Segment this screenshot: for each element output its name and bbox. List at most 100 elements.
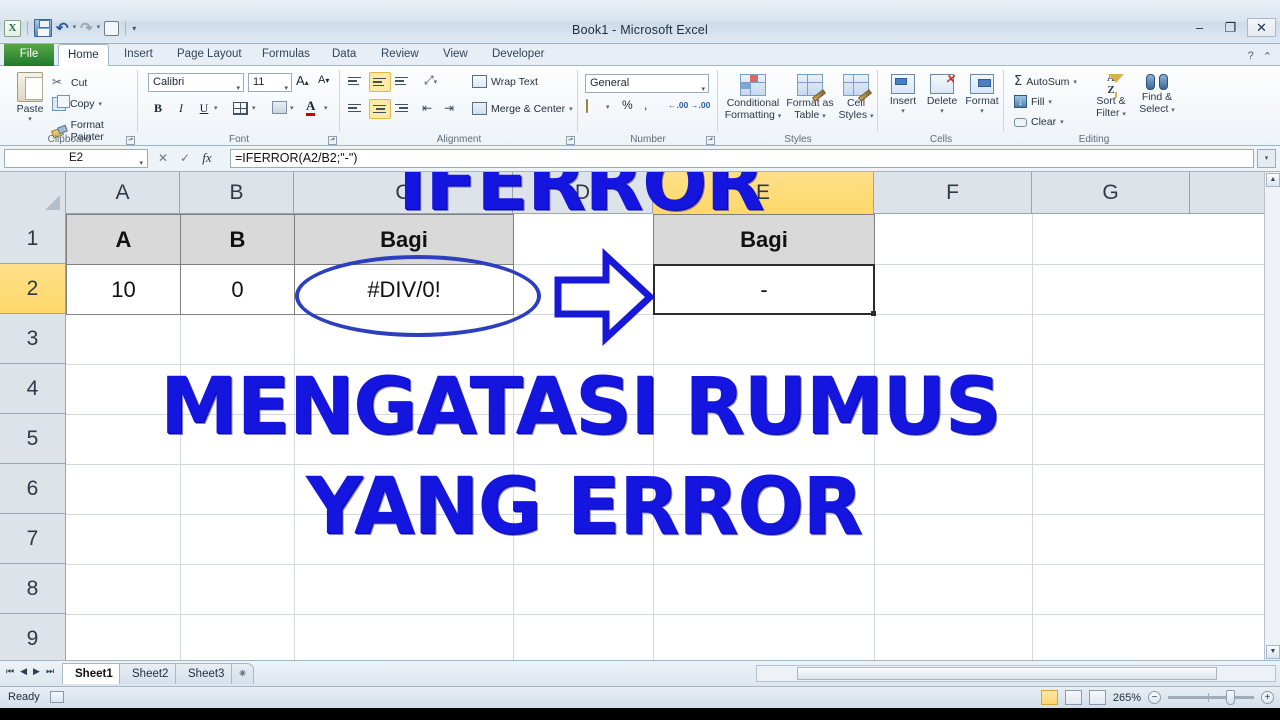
font-color-button[interactable]: A bbox=[306, 99, 316, 116]
normal-view-icon[interactable] bbox=[1040, 690, 1058, 705]
orientation-dropdown-icon[interactable]: ▾ bbox=[434, 79, 438, 86]
align-center-button[interactable] bbox=[369, 99, 391, 119]
align-bottom-button[interactable] bbox=[395, 75, 410, 87]
alignment-dialog-launcher[interactable]: ⬏ bbox=[566, 136, 575, 145]
row-header-6[interactable]: 6 bbox=[0, 464, 65, 514]
fill-color-dropdown-icon[interactable]: ▾ bbox=[290, 104, 294, 112]
page-break-view-icon[interactable] bbox=[1088, 690, 1106, 705]
close-button[interactable]: ✕ bbox=[1247, 18, 1276, 37]
delete-cells-button[interactable]: ✕ Delete ▾ bbox=[922, 72, 962, 115]
select-all-button[interactable] bbox=[0, 172, 66, 214]
scroll-down-icon[interactable]: ▼ bbox=[1266, 645, 1280, 659]
minimize-ribbon-icon[interactable]: ⌃ bbox=[1263, 50, 1272, 63]
align-left-button[interactable] bbox=[348, 102, 363, 114]
name-box[interactable]: E2 ▾ bbox=[4, 149, 148, 168]
merge-dropdown-icon[interactable]: ▾ bbox=[569, 105, 573, 113]
chevron-down-icon[interactable]: ▾ bbox=[284, 80, 288, 97]
sort-filter-dropdown-icon[interactable]: ▾ bbox=[1122, 111, 1126, 118]
chevron-down-icon[interactable]: ▾ bbox=[701, 81, 705, 98]
underline-dropdown-icon[interactable]: ▾ bbox=[214, 104, 218, 112]
borders-button[interactable] bbox=[233, 102, 248, 115]
sheet-tab-sheet3[interactable]: Sheet3 bbox=[175, 663, 238, 684]
scroll-up-icon[interactable]: ▲ bbox=[1266, 173, 1280, 187]
horizontal-scroll-thumb[interactable] bbox=[797, 667, 1217, 680]
tab-view[interactable]: View bbox=[434, 44, 477, 66]
fill-handle[interactable] bbox=[871, 311, 876, 316]
tab-page-layout[interactable]: Page Layout bbox=[168, 44, 251, 66]
percent-style-button[interactable]: % bbox=[622, 98, 633, 112]
wrap-text-button[interactable]: Wrap Text bbox=[472, 75, 538, 88]
autosum-dropdown-icon[interactable]: ▾ bbox=[1073, 78, 1077, 86]
row-header-9[interactable]: 9 bbox=[0, 614, 65, 660]
vertical-scrollbar[interactable]: ▲ ▼ bbox=[1264, 172, 1280, 660]
number-format-combo[interactable]: General ▾ bbox=[585, 74, 709, 93]
enter-formula-button[interactable]: ✓ bbox=[174, 149, 196, 168]
maximize-button[interactable]: ❐ bbox=[1216, 18, 1245, 37]
formula-input[interactable]: =IFERROR(A2/B2;"-") bbox=[230, 149, 1254, 168]
merge-center-button[interactable]: Merge & Center ▾ bbox=[472, 102, 573, 115]
cancel-formula-button[interactable]: ✕ bbox=[152, 149, 174, 168]
font-dialog-launcher[interactable]: ⬏ bbox=[328, 136, 337, 145]
fill-button[interactable]: ↓ Fill ▾ bbox=[1014, 95, 1052, 108]
cut-button[interactable]: ✂ Cut bbox=[52, 75, 87, 90]
underline-button[interactable]: U bbox=[193, 99, 215, 119]
increase-decimal-button[interactable]: ←.00 bbox=[668, 100, 688, 110]
zoom-in-button[interactable]: + bbox=[1261, 691, 1274, 704]
chevron-down-icon[interactable]: ▾ bbox=[236, 80, 240, 97]
fill-color-button[interactable] bbox=[272, 101, 287, 114]
fill-dropdown-icon[interactable]: ▾ bbox=[1048, 98, 1052, 106]
cell-b1[interactable]: B bbox=[180, 214, 295, 265]
italic-button[interactable]: I bbox=[170, 99, 192, 119]
sort-filter-button[interactable]: AZ Sort & Filter ▾ bbox=[1088, 72, 1134, 121]
cell-b2[interactable]: 0 bbox=[180, 264, 295, 315]
cell-a1[interactable]: A bbox=[66, 214, 181, 265]
copy-dropdown-icon[interactable]: ▾ bbox=[99, 100, 103, 108]
format-as-table-dropdown-icon[interactable]: ▾ bbox=[822, 113, 826, 120]
minimize-button[interactable]: – bbox=[1185, 18, 1214, 37]
last-sheet-icon[interactable]: ⏭ bbox=[46, 666, 54, 677]
prev-sheet-icon[interactable]: ◀ bbox=[20, 666, 27, 677]
format-cells-button[interactable]: Format ▾ bbox=[962, 74, 1002, 115]
clear-dropdown-icon[interactable]: ▾ bbox=[1060, 118, 1064, 126]
accounting-dropdown-icon[interactable]: ▾ bbox=[606, 103, 610, 111]
font-size-combo[interactable]: 11 ▾ bbox=[248, 73, 292, 92]
zoom-slider-thumb[interactable] bbox=[1226, 690, 1235, 705]
tab-home[interactable]: Home bbox=[58, 44, 109, 67]
decrease-decimal-button[interactable]: →.00 bbox=[690, 100, 710, 110]
paste-dropdown-icon[interactable]: ▾ bbox=[8, 115, 52, 123]
tab-data[interactable]: Data bbox=[323, 44, 365, 66]
font-color-dropdown-icon[interactable]: ▾ bbox=[324, 104, 328, 112]
clear-button[interactable]: Clear ▾ bbox=[1014, 116, 1064, 128]
insert-function-button[interactable]: fx bbox=[196, 149, 218, 168]
sheet-tab-sheet2[interactable]: Sheet2 bbox=[119, 663, 182, 684]
column-header-b[interactable]: B bbox=[180, 172, 294, 214]
orientation-button[interactable]: ⤢▾ bbox=[424, 73, 437, 88]
tab-file[interactable]: File bbox=[4, 44, 54, 66]
find-select-button[interactable]: Find & Select ▾ bbox=[1134, 72, 1180, 117]
tab-review[interactable]: Review bbox=[372, 44, 428, 66]
insert-worksheet-button[interactable]: ✷ bbox=[231, 663, 255, 684]
row-header-5[interactable]: 5 bbox=[0, 414, 65, 464]
cell-styles-dropdown-icon[interactable]: ▾ bbox=[870, 113, 874, 120]
zoom-slider[interactable] bbox=[1168, 690, 1254, 705]
zoom-out-button[interactable]: − bbox=[1148, 691, 1161, 704]
first-sheet-icon[interactable]: ⏮ bbox=[6, 666, 14, 677]
clipboard-dialog-launcher[interactable]: ⬏ bbox=[126, 136, 135, 145]
row-header-4[interactable]: 4 bbox=[0, 364, 65, 414]
row-header-1[interactable]: 1 bbox=[0, 214, 65, 264]
column-header-f[interactable]: F bbox=[874, 172, 1032, 214]
page-layout-view-icon[interactable] bbox=[1064, 690, 1082, 705]
column-header-g[interactable]: G bbox=[1032, 172, 1190, 214]
find-select-dropdown-icon[interactable]: ▾ bbox=[1171, 107, 1175, 114]
font-name-combo[interactable]: Calibri ▾ bbox=[148, 73, 244, 92]
chevron-down-icon[interactable]: ▾ bbox=[139, 155, 143, 172]
column-header-a[interactable]: A bbox=[66, 172, 180, 214]
cell-styles-button[interactable]: Cell Styles ▾ bbox=[836, 74, 876, 123]
tab-developer[interactable]: Developer bbox=[483, 44, 553, 66]
format-dropdown-icon[interactable]: ▾ bbox=[962, 107, 1002, 115]
borders-dropdown-icon[interactable]: ▾ bbox=[252, 104, 256, 112]
conditional-formatting-dropdown-icon[interactable]: ▾ bbox=[778, 113, 782, 120]
expand-formula-bar-button[interactable]: ▾ bbox=[1257, 149, 1276, 168]
tab-insert[interactable]: Insert bbox=[115, 44, 162, 66]
delete-dropdown-icon[interactable]: ▾ bbox=[922, 107, 962, 115]
